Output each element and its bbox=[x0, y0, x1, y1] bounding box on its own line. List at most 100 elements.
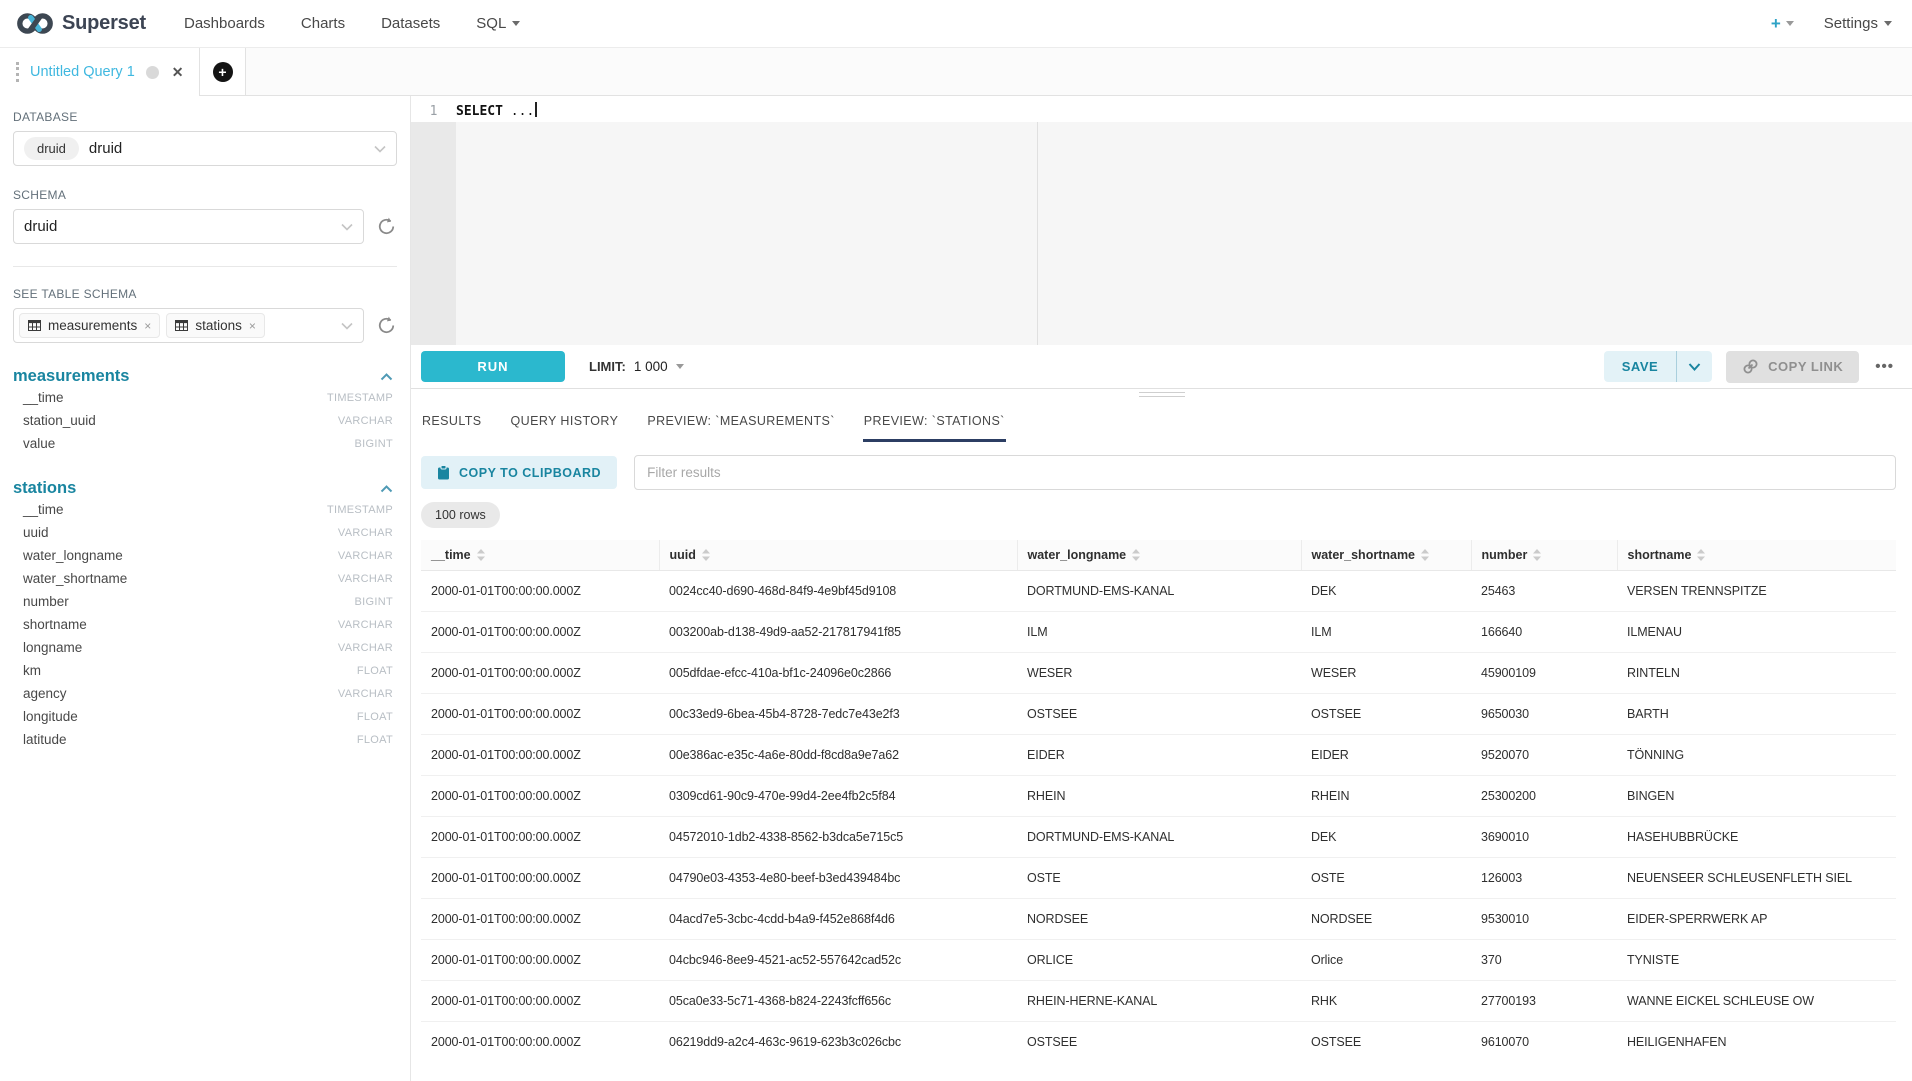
table-cell: ILM bbox=[1301, 612, 1471, 653]
column-type: VARCHAR bbox=[338, 527, 393, 539]
sort-icon bbox=[1132, 549, 1140, 561]
chevron-down-icon bbox=[512, 21, 520, 26]
drag-handle-icon[interactable] bbox=[16, 62, 19, 82]
database-select[interactable]: druid druid bbox=[13, 131, 397, 166]
column-header-shortname[interactable]: shortname bbox=[1617, 540, 1896, 571]
column-name: longitude bbox=[23, 709, 78, 724]
nav-datasets[interactable]: Datasets bbox=[381, 15, 440, 32]
schema-select[interactable]: druid bbox=[13, 209, 364, 244]
chevron-up-icon[interactable] bbox=[380, 485, 393, 493]
remove-chip-icon[interactable]: × bbox=[249, 319, 256, 333]
column-header-__time[interactable]: __time bbox=[421, 540, 659, 571]
column-header-uuid[interactable]: uuid bbox=[659, 540, 1017, 571]
nav-sql-menu[interactable]: SQL bbox=[476, 15, 520, 32]
editor-body[interactable] bbox=[456, 122, 1912, 345]
limit-dropdown[interactable]: LIMIT: 1 000 bbox=[589, 359, 684, 374]
save-split-button[interactable]: SAVE bbox=[1604, 351, 1712, 382]
table-cell: HASEHUBBRÜCKE bbox=[1617, 817, 1896, 858]
chevron-down-icon bbox=[676, 364, 684, 369]
column-header-number[interactable]: number bbox=[1471, 540, 1617, 571]
editor-line-1[interactable]: 1 SELECT ... bbox=[411, 101, 1912, 122]
table-cell: OSTSEE bbox=[1301, 1022, 1471, 1063]
column-header-water_shortname[interactable]: water_shortname bbox=[1301, 540, 1471, 571]
table-cell: 370 bbox=[1471, 940, 1617, 981]
remove-chip-icon[interactable]: × bbox=[144, 319, 151, 333]
navbar-right: + Settings bbox=[1771, 14, 1892, 34]
table-chip-measurements: measurements × bbox=[19, 313, 160, 338]
splitter-grip[interactable] bbox=[1139, 392, 1185, 400]
table-cell: HEILIGENHAFEN bbox=[1617, 1022, 1896, 1063]
table-cell: 0024cc40-d690-468d-84f9-4e9bf45d9108 bbox=[659, 571, 1017, 612]
table-cell: 126003 bbox=[1471, 858, 1617, 899]
table-cell: DEK bbox=[1301, 571, 1471, 612]
refresh-schemas-button[interactable] bbox=[376, 216, 397, 237]
run-button[interactable]: RUN bbox=[421, 351, 565, 382]
see-table-schema-label: SEE TABLE SCHEMA bbox=[13, 287, 397, 301]
table-cell: OSTSEE bbox=[1017, 694, 1301, 735]
more-actions-button[interactable]: ••• bbox=[1873, 358, 1896, 375]
settings-menu[interactable]: Settings bbox=[1824, 15, 1892, 32]
results-tab-preview-stations[interactable]: PREVIEW: `STATIONS` bbox=[863, 398, 1006, 442]
filter-results-input[interactable] bbox=[634, 455, 1896, 490]
table-cell: EIDER-SPERRWERK AP bbox=[1617, 899, 1896, 940]
table-row: 2000-01-01T00:00:00.000Z04790e03-4353-4e… bbox=[421, 858, 1896, 899]
table-section-measurements: measurements__timeTIMESTAMPstation_uuidV… bbox=[13, 367, 397, 455]
superset-logo[interactable]: Superset bbox=[16, 11, 146, 36]
nav-charts[interactable]: Charts bbox=[301, 15, 345, 32]
table-cell: 2000-01-01T00:00:00.000Z bbox=[421, 1022, 659, 1063]
table-cell: 003200ab-d138-49d9-aa52-217817941f85 bbox=[659, 612, 1017, 653]
table-cell: OSTSEE bbox=[1017, 1022, 1301, 1063]
table-schema-multiselect[interactable]: measurements × stations × bbox=[13, 308, 364, 343]
table-cell: DORTMUND-EMS-KANAL bbox=[1017, 571, 1301, 612]
column-row: numberBIGINT bbox=[13, 590, 397, 613]
table-icon bbox=[28, 320, 41, 331]
add-tab-button[interactable]: + bbox=[213, 62, 233, 82]
table-cell: 2000-01-01T00:00:00.000Z bbox=[421, 981, 659, 1022]
sidebar-divider bbox=[13, 266, 397, 267]
query-status-dot bbox=[146, 66, 159, 79]
column-type: TIMESTAMP bbox=[327, 504, 393, 516]
save-options-button[interactable] bbox=[1676, 351, 1712, 382]
table-section-header[interactable]: measurements bbox=[13, 367, 397, 386]
sql-code[interactable]: SELECT ... bbox=[456, 101, 537, 122]
table-cell: ILMENAU bbox=[1617, 612, 1896, 653]
table-cell: 2000-01-01T00:00:00.000Z bbox=[421, 571, 659, 612]
table-cell: ILM bbox=[1017, 612, 1301, 653]
column-type: BIGINT bbox=[355, 438, 393, 450]
table-row: 2000-01-01T00:00:00.000Z04cbc946-8ee9-45… bbox=[421, 940, 1896, 981]
copy-to-clipboard-button[interactable]: COPY TO CLIPBOARD bbox=[421, 456, 617, 489]
sql-editor[interactable]: 1 SELECT ... bbox=[411, 96, 1912, 345]
query-tab[interactable]: Untitled Query 1 ✕ bbox=[0, 48, 200, 96]
save-button[interactable]: SAVE bbox=[1604, 351, 1676, 382]
editor-gutter bbox=[411, 122, 456, 345]
refresh-tables-button[interactable] bbox=[376, 315, 397, 336]
link-icon bbox=[1742, 359, 1759, 375]
table-cell: 2000-01-01T00:00:00.000Z bbox=[421, 776, 659, 817]
results-tab-query-history[interactable]: QUERY HISTORY bbox=[510, 398, 620, 442]
sql-lab-sidebar: DATABASE druid druid SCHEMA druid bbox=[0, 96, 411, 1081]
column-name: agency bbox=[23, 686, 67, 701]
nav-dashboards[interactable]: Dashboards bbox=[184, 15, 265, 32]
table-cell: 2000-01-01T00:00:00.000Z bbox=[421, 735, 659, 776]
sort-icon bbox=[1533, 549, 1541, 561]
table-row: 2000-01-01T00:00:00.000Z00c33ed9-6bea-45… bbox=[421, 694, 1896, 735]
table-row: 2000-01-01T00:00:00.000Z05ca0e33-5c71-43… bbox=[421, 981, 1896, 1022]
table-cell: 166640 bbox=[1471, 612, 1617, 653]
table-section-header[interactable]: stations bbox=[13, 479, 397, 498]
new-item-menu[interactable]: + bbox=[1771, 14, 1794, 34]
copy-link-button[interactable]: COPY LINK bbox=[1726, 351, 1859, 383]
results-toolbar: COPY TO CLIPBOARD bbox=[421, 455, 1896, 490]
schema-tables: measurements__timeTIMESTAMPstation_uuidV… bbox=[13, 367, 397, 751]
column-row: station_uuidVARCHAR bbox=[13, 409, 397, 432]
results-table: __timeuuidwater_longnamewater_shortnamen… bbox=[421, 540, 1896, 1062]
table-row: 2000-01-01T00:00:00.000Z005dfdae-efcc-41… bbox=[421, 653, 1896, 694]
column-header-water_longname[interactable]: water_longname bbox=[1017, 540, 1301, 571]
column-name: water_longname bbox=[23, 548, 123, 563]
results-tab-results[interactable]: RESULTS bbox=[421, 398, 483, 442]
column-type: VARCHAR bbox=[338, 550, 393, 562]
column-name: shortname bbox=[23, 617, 87, 632]
chevron-up-icon[interactable] bbox=[380, 373, 393, 381]
close-tab-icon[interactable]: ✕ bbox=[172, 64, 184, 81]
limit-value: 1 000 bbox=[634, 359, 668, 374]
results-tab-preview-measurements[interactable]: PREVIEW: `MEASUREMENTS` bbox=[646, 398, 835, 442]
